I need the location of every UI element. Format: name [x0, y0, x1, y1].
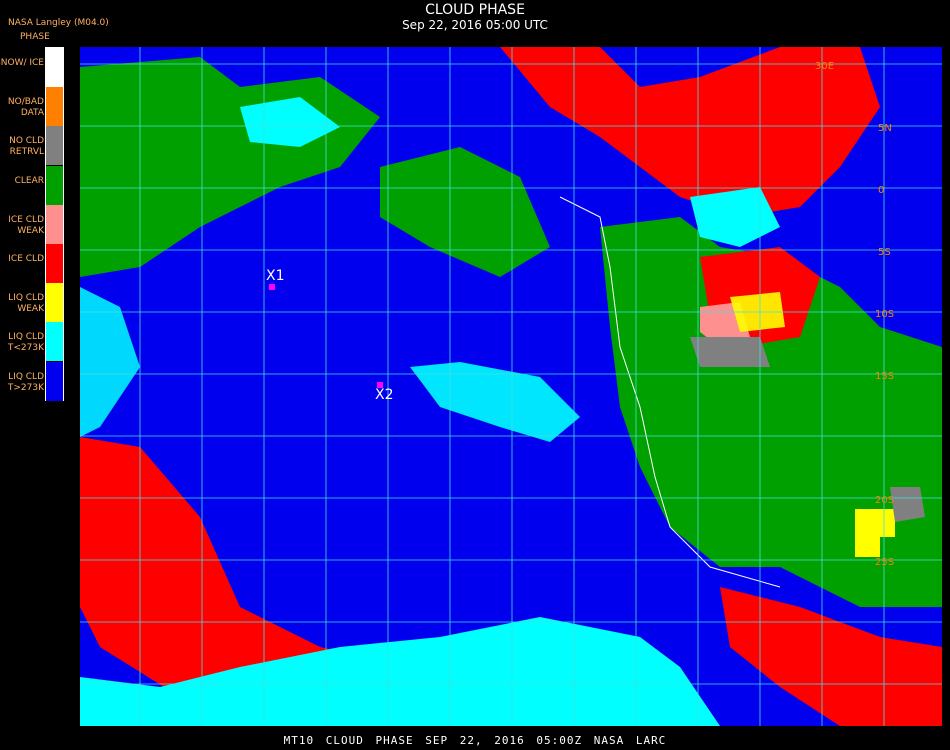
- legend-swatch: [46, 244, 63, 283]
- map-area: 30E 5N 0 5S 10S 15S 20S 25S: [80, 47, 942, 726]
- legend-swatch: [46, 322, 63, 362]
- legend-label: SNOW/ ICE: [0, 58, 44, 68]
- grid-label-5n: 5N: [878, 123, 892, 134]
- grid-label-30e: 30E: [815, 61, 834, 72]
- footer-caption: MT10 CLOUD PHASE SEP 22, 2016 05:00Z NAS…: [283, 734, 667, 747]
- marker-x2-label: X2: [375, 387, 394, 403]
- cloud-phase-map: 30E 5N 0 5S 10S 15S 20S 25S: [80, 47, 942, 726]
- no-cloud-retrieval-africa: [690, 337, 770, 367]
- legend-label: NO CLD RETRVL: [9, 136, 44, 158]
- legend-label: ICE CLD WEAK: [8, 214, 44, 236]
- grid-label-0: 0: [878, 185, 884, 196]
- legend-label: LIQ CLD T>273K: [7, 371, 44, 393]
- legend-swatch: [46, 87, 63, 127]
- grid-label-25s: 25S: [875, 557, 894, 568]
- grid-label-10s: 10S: [875, 309, 894, 320]
- legend-title: PHASE: [20, 32, 50, 42]
- grid-label-15s: 15S: [875, 371, 894, 382]
- grid-label-5s: 5S: [878, 247, 891, 258]
- marker-x1-dot: [269, 284, 275, 290]
- legend-label: ICE CLD: [8, 254, 44, 264]
- legend-swatch: [46, 361, 63, 401]
- legend-swatch: [46, 165, 63, 205]
- chart-timestamp: Sep 22, 2016 05:00 UTC: [402, 18, 548, 32]
- legend-label: NO/BAD DATA: [7, 97, 44, 119]
- legend-label: CLEAR: [14, 175, 44, 186]
- legend-swatch: [46, 48, 63, 87]
- legend-swatch: [46, 204, 63, 244]
- legend-swatch: [46, 126, 63, 166]
- marker-x1-label: X1: [266, 268, 285, 284]
- legend-label: LIQ CLD T<273K: [7, 332, 44, 354]
- legend-colorbar: [45, 47, 64, 401]
- grid-label-20s: 20S: [875, 495, 894, 506]
- agency-label: NASA Langley (M04.0): [8, 18, 109, 28]
- legend-label: LIQ CLD WEAK: [8, 293, 44, 315]
- no-cloud-retrieval-southeast: [890, 487, 925, 522]
- chart-title: CLOUD PHASE: [425, 2, 525, 18]
- legend-swatch: [46, 283, 63, 323]
